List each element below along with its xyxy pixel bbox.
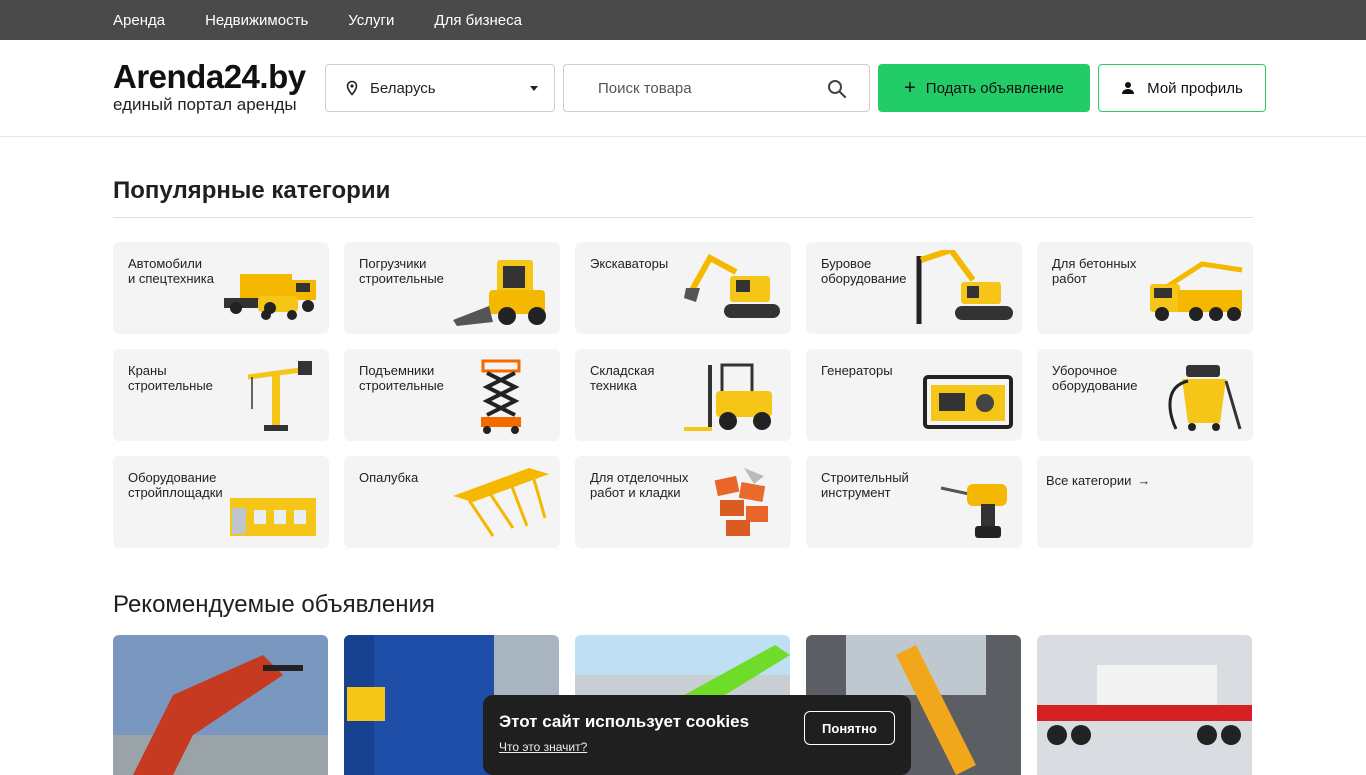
formwork-icon	[453, 468, 549, 537]
cookie-accept-button[interactable]: Понятно	[804, 711, 895, 745]
nav-rent[interactable]: Аренда	[113, 12, 165, 29]
listing-card[interactable]	[1037, 635, 1252, 775]
skid-loader-icon	[453, 260, 546, 326]
category-card-vehicles[interactable]: Автомобили и спецтехника	[113, 242, 329, 334]
all-categories-card[interactable]: Все категории →	[1037, 456, 1253, 548]
post-ad-button[interactable]: + Подать объявление	[878, 64, 1090, 112]
bricks-icon	[714, 468, 768, 536]
category-grid: Автомобили и спецтехника Погрузчики стро…	[113, 242, 1253, 548]
container-cabin-icon	[230, 498, 316, 536]
nav-services[interactable]: Услуги	[348, 12, 394, 29]
plus-icon: +	[904, 77, 916, 99]
category-card-site-equipment[interactable]: Оборудование стройплощадки	[113, 456, 329, 548]
site-header: Arenda24.by единый портал аренды Беларус…	[0, 40, 1366, 137]
chevron-down-icon	[530, 86, 538, 91]
generator-icon	[923, 375, 1013, 429]
vacuum-icon	[1168, 365, 1242, 431]
popular-categories-title: Популярные категории	[113, 177, 391, 204]
category-card-excavators[interactable]: Экскаваторы	[575, 242, 791, 334]
category-card-drilling[interactable]: Буровое оборудование	[806, 242, 1022, 334]
top-navigation: Аренда Недвижимость Услуги Для бизнеса	[0, 0, 1366, 40]
nav-business[interactable]: Для бизнеса	[434, 12, 522, 29]
concrete-pump-icon	[1150, 261, 1243, 321]
category-card-finishing[interactable]: Для отделочных работ и кладки	[575, 456, 791, 548]
search-icon[interactable]	[827, 79, 847, 99]
logo-subtitle: единый портал аренды	[113, 95, 297, 114]
region-select[interactable]: Беларусь	[325, 64, 555, 112]
user-icon	[1122, 82, 1135, 94]
cookie-info-link[interactable]: Что это значит?	[499, 740, 587, 754]
post-ad-label: Подать объявление	[925, 79, 1064, 97]
search-box	[563, 64, 870, 112]
category-card-cleaning[interactable]: Уборочное оборудование	[1037, 349, 1253, 441]
category-card-warehouse[interactable]: Складская техника	[575, 349, 791, 441]
nav-real-estate[interactable]: Недвижимость	[205, 12, 308, 29]
excavator-icon	[684, 253, 780, 318]
trailer-photo	[1037, 635, 1252, 775]
location-pin-icon	[346, 80, 358, 96]
cookie-banner: Этот сайт использует cookies Что это зна…	[483, 695, 911, 775]
category-card-formwork[interactable]: Опалубка	[344, 456, 560, 548]
category-card-tools[interactable]: Строительный инструмент	[806, 456, 1022, 548]
recommended-title: Рекомендуемые объявления	[113, 591, 435, 618]
search-input[interactable]	[564, 79, 814, 97]
category-card-concrete[interactable]: Для бетонных работ	[1037, 242, 1253, 334]
power-drill-icon	[940, 484, 1007, 538]
crane-icon	[247, 361, 312, 431]
crane-manipulator-photo	[113, 635, 328, 775]
all-categories-link[interactable]: Все категории →	[1046, 473, 1186, 488]
drill-rig-icon	[916, 250, 1013, 324]
listing-card[interactable]	[113, 635, 328, 775]
arrow-right-icon: →	[1137, 473, 1151, 488]
scissor-lift-icon	[481, 359, 521, 434]
section-divider	[113, 217, 1253, 218]
profile-button[interactable]: Мой профиль	[1098, 64, 1266, 112]
profile-label: Мой профиль	[1147, 79, 1243, 97]
cookie-title: Этот сайт использует cookies	[499, 712, 750, 731]
category-card-lifts[interactable]: Подъемники строительные	[344, 349, 560, 441]
category-card-generators[interactable]: Генераторы	[806, 349, 1022, 441]
category-card-cranes[interactable]: Краны строительные	[113, 349, 329, 441]
category-card-loaders[interactable]: Погрузчики строительные	[344, 242, 560, 334]
site-logo[interactable]: Arenda24.by единый портал аренды	[113, 58, 325, 115]
forklift-icon	[684, 363, 772, 431]
region-value: Беларусь	[370, 79, 436, 97]
all-categories-label: Все категории	[1046, 473, 1132, 488]
logo-title: Arenda24.by	[113, 58, 306, 95]
truck-icon	[224, 274, 316, 320]
